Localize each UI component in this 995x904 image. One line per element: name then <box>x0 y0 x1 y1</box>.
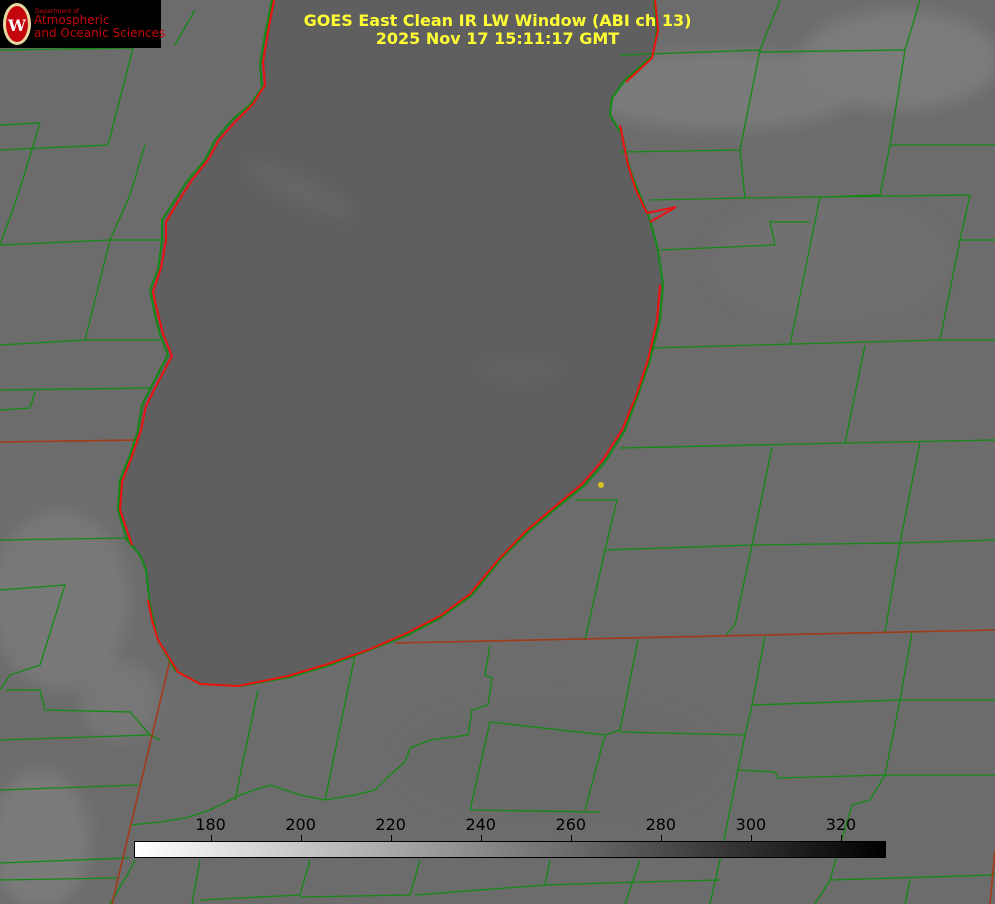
colorbar-tick-label: 300 <box>735 815 767 834</box>
colorbar-tick-label: 180 <box>195 815 226 834</box>
colorbar-tick-label: 280 <box>645 815 677 834</box>
colorbar-tick-label: 220 <box>375 815 406 834</box>
image-title: GOES East Clean IR LW Window (ABI ch 13) <box>303 11 692 30</box>
colorbar-tick-label: 200 <box>285 815 316 834</box>
image-timestamp: 2025 Nov 17 15:11:17 GMT <box>375 29 620 48</box>
colorbar-tick-label: 240 <box>465 815 496 834</box>
colorbar-tick-label: 320 <box>825 815 857 834</box>
colorbar-tick-label: 260 <box>555 815 587 834</box>
city-marker <box>598 482 604 488</box>
satellite-ir-image <box>0 0 995 904</box>
temperature-colorbar <box>134 841 886 858</box>
